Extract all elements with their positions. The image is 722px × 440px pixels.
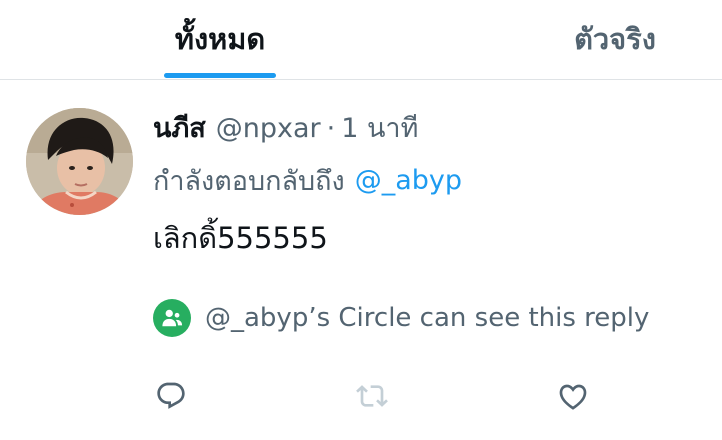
separator-dot: ·	[326, 112, 336, 144]
reply-button[interactable]	[151, 376, 191, 416]
retweet-button[interactable]	[352, 376, 392, 416]
avatar-photo	[26, 108, 133, 215]
tab-all[interactable]: ทั้งหมด	[150, 0, 290, 79]
retweet-arrows-icon	[356, 385, 388, 407]
post-header: นภีส @npxar · 1 นาที	[153, 110, 418, 146]
reply-post[interactable]: นภีส @npxar · 1 นาที กำลังตอบกลับถึง @_a…	[0, 80, 722, 440]
heart-icon	[559, 384, 587, 410]
timestamp[interactable]: 1 นาที	[341, 115, 418, 142]
avatar[interactable]	[26, 108, 133, 215]
tweet-replies-screen: ทั้งหมด ตัวจริง นภีส @npxar · 1 นาที กำล…	[0, 0, 722, 440]
reply-context: กำลังตอบกลับถึง @_abyp	[153, 162, 462, 198]
action-bar	[0, 376, 722, 416]
circle-badge	[153, 299, 191, 337]
tweet-text: เลิกดิ้555555	[153, 221, 328, 255]
speech-bubble-icon	[157, 382, 185, 409]
circle-notice: @_abyp’s Circle can see this reply	[153, 298, 649, 338]
circle-notice-text: @_abyp’s Circle can see this reply	[205, 303, 650, 333]
user-handle[interactable]: @npxar	[216, 115, 321, 142]
reply-prefix: กำลังตอบกลับถึง	[153, 165, 345, 197]
selected-tab-indicator	[164, 73, 276, 78]
people-icon	[162, 309, 183, 327]
tab-real-label: ตัวจริง	[574, 22, 656, 56]
tab-bar: ทั้งหมด ตัวจริง	[0, 0, 722, 80]
tab-all-label: ทั้งหมด	[174, 22, 266, 56]
tab-real[interactable]: ตัวจริง	[555, 0, 675, 79]
display-name[interactable]: นภีส	[153, 115, 206, 142]
reply-mention-link[interactable]: @_abyp	[355, 165, 462, 196]
like-button[interactable]	[553, 376, 593, 416]
